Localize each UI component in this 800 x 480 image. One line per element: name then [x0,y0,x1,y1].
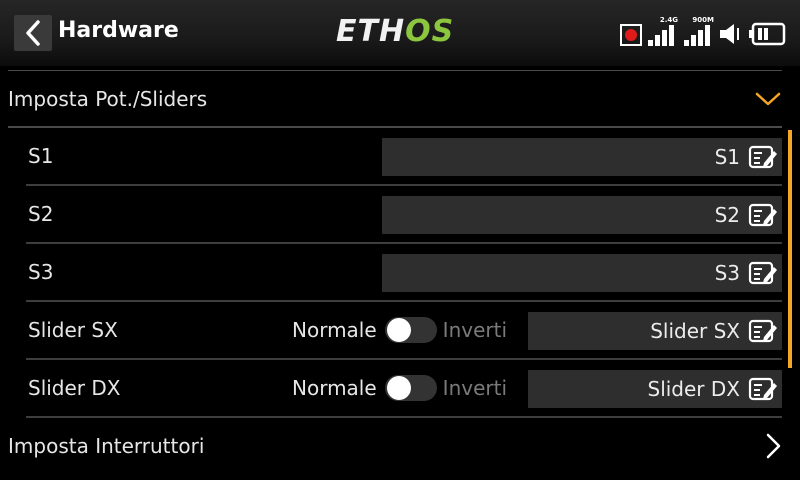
field-value: S1 [714,145,740,169]
signal-900m-icon: 900M [682,16,714,48]
invert-toggle[interactable] [384,317,437,343]
back-button[interactable] [14,15,52,51]
normal-label: Normale [292,318,377,342]
edit-icon [748,261,777,285]
page-title: Hardware [58,18,179,43]
edit-icon [748,377,777,401]
normal-label: Normale [292,376,377,400]
name-field[interactable]: S2 [382,196,782,234]
status-area: 2.4G 900M [620,16,786,48]
row-label: S1 [28,144,54,168]
volume-icon [720,24,739,44]
name-field[interactable]: Slider SX [528,312,782,350]
name-field[interactable]: Slider DX [528,370,782,408]
invert-label: Inverti [442,376,508,400]
section-switches[interactable]: Imposta Interruttori [8,418,782,474]
row-s2: S2 S2 [26,186,782,244]
invert-toggle[interactable] [384,375,437,401]
invert-label: Inverti [442,318,508,342]
row-label: S2 [28,202,54,226]
section-pots-sliders[interactable]: Imposta Pot./Sliders [8,70,782,127]
scrollbar[interactable] [788,130,792,368]
field-value: S3 [714,261,740,285]
name-field[interactable]: S1 [382,138,782,176]
row-label: Slider SX [28,318,118,342]
direction-toggle-group: Normale Inverti [292,302,507,358]
edit-icon [748,145,777,169]
row-s3: S3 S3 [26,244,782,302]
field-value: Slider DX [647,377,741,401]
row-slider-dx: Slider DX Normale Inverti Slider DX [26,360,782,418]
field-value: S2 [714,203,740,227]
chevron-left-icon [26,20,40,46]
row-s1: S1 S1 [26,128,782,186]
section-label: Imposta Interruttori [8,434,205,458]
chevron-right-icon [766,433,781,459]
edit-icon [748,203,777,227]
record-icon [620,24,642,46]
field-value: Slider SX [650,319,740,343]
edit-icon [748,319,777,343]
section-label: Imposta Pot./Sliders [8,87,208,111]
battery-icon [749,22,786,46]
direction-toggle-group: Normale Inverti [292,360,507,416]
row-slider-sx: Slider SX Normale Inverti Slider SX [26,302,782,360]
ethos-logo: ETHOS [336,14,455,49]
row-label: Slider DX [28,376,121,400]
signal-2g4-icon: 2.4G [646,16,678,48]
chevron-down-icon [755,92,781,106]
row-label: S3 [28,260,54,284]
header-bar: Hardware ETHOS 2.4G 900M [0,0,800,66]
name-field[interactable]: S3 [382,254,782,292]
